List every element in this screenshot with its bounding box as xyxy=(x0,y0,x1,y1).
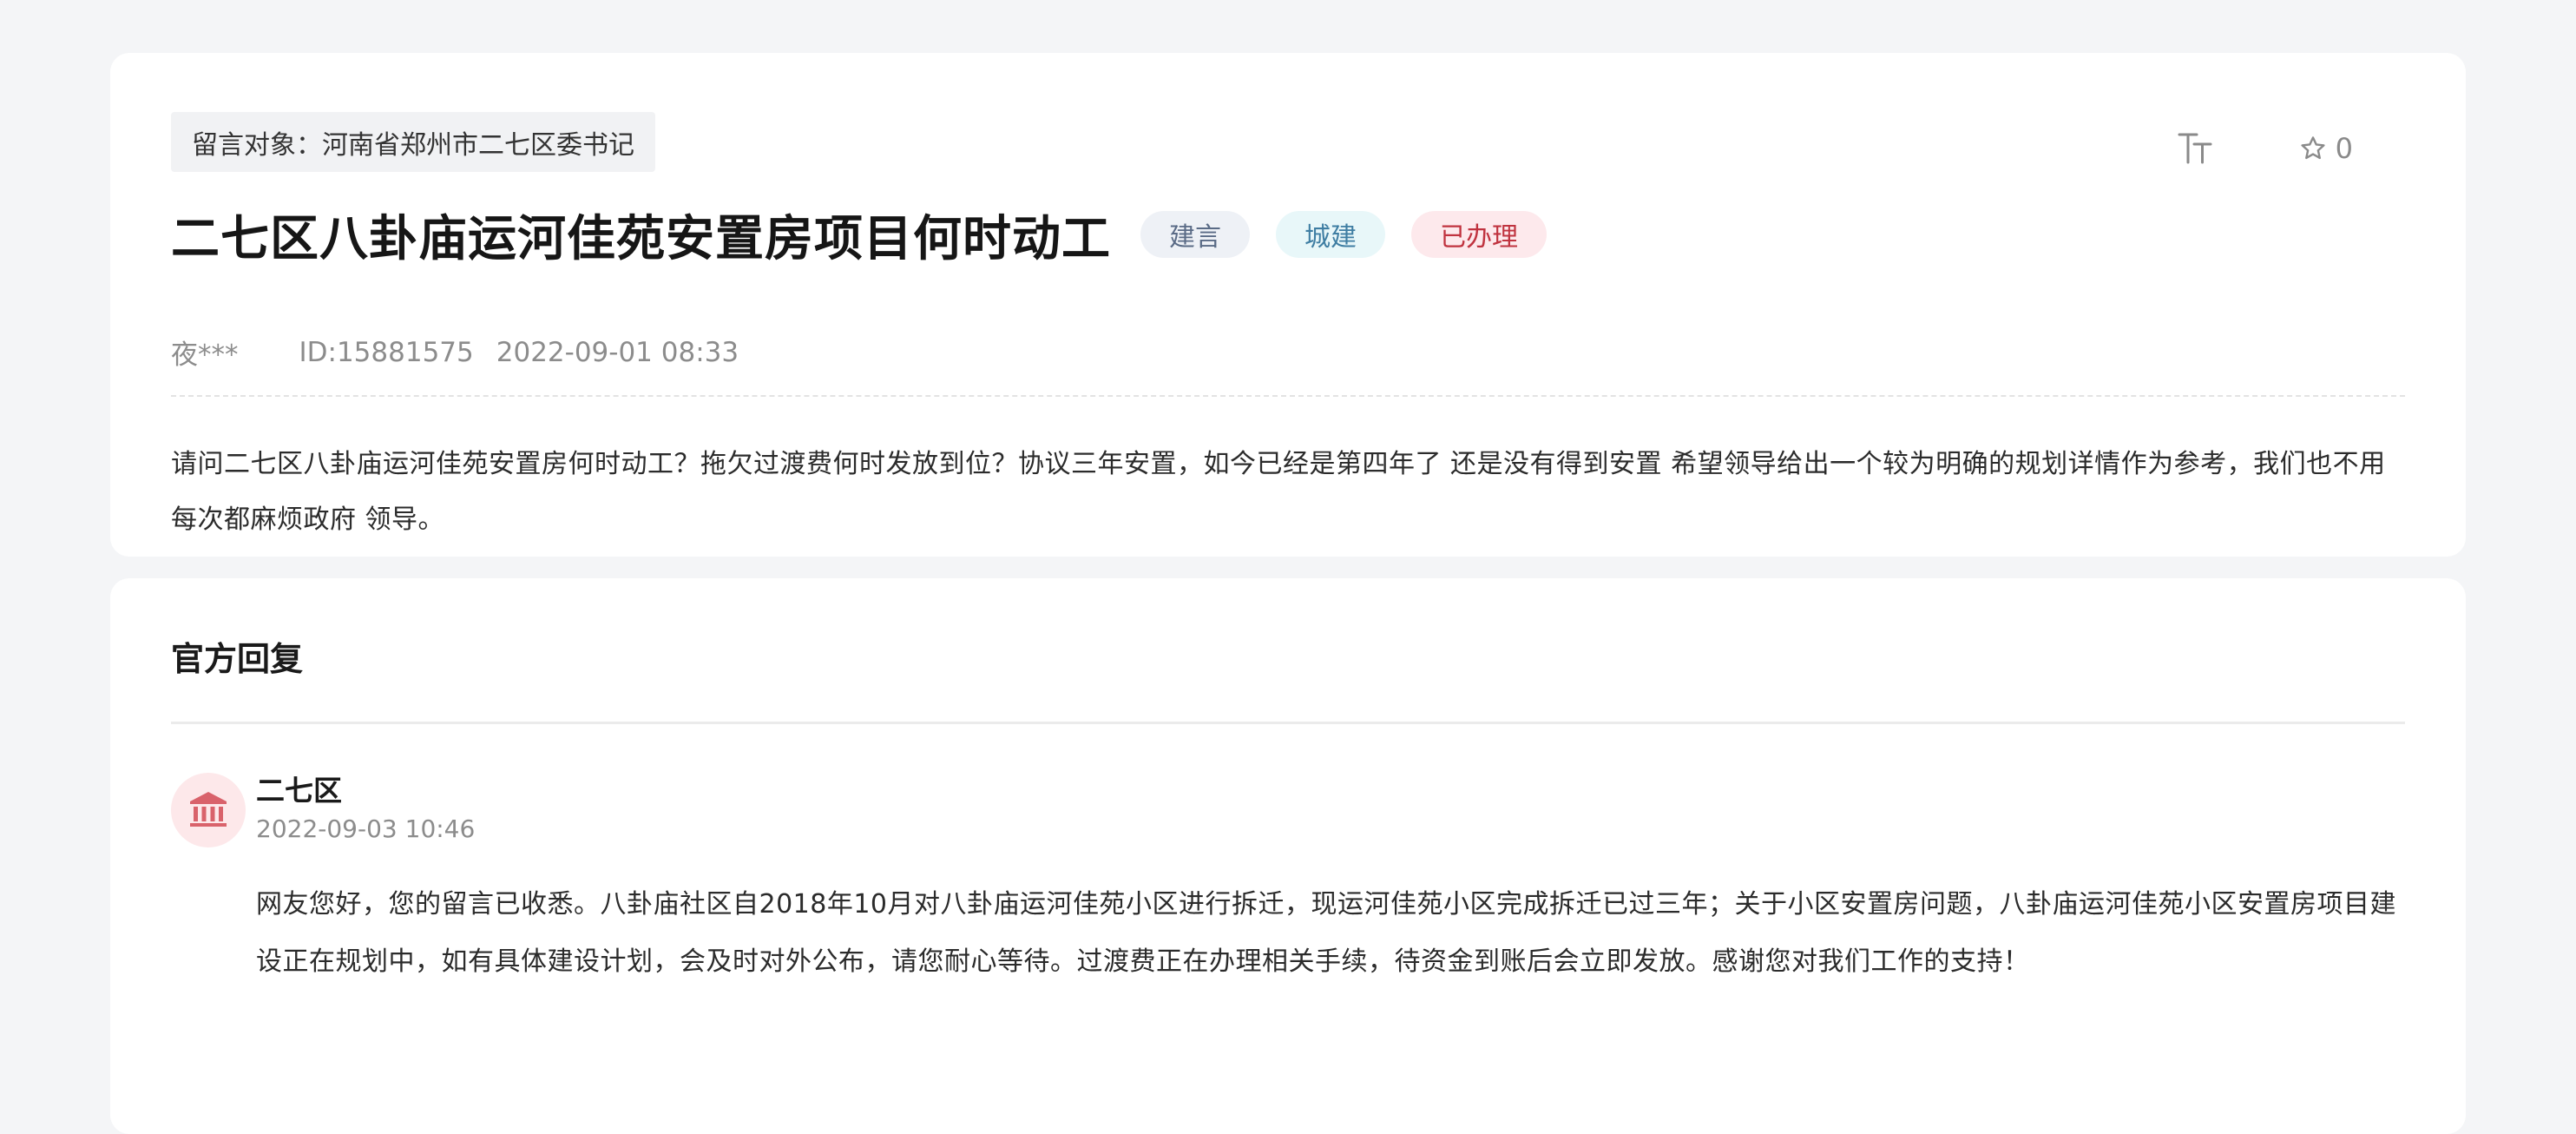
message-body: 请问二七区八卦庙运河佳苑安置房何时动工？拖欠过渡费何时发放到位？协议三年安置，如… xyxy=(171,449,2386,535)
official-reply-card: 官方回复 二七区 2022-09-03 10:46 网友您好，您的留言已收悉。八… xyxy=(110,578,2466,1134)
tag-status: 已办理 xyxy=(1411,211,1547,258)
message-toolbar: 0 xyxy=(2169,122,2353,175)
reply-section-title: 官方回复 xyxy=(171,640,304,678)
star-outline-icon xyxy=(2301,136,2325,160)
tag-domain: 城建 xyxy=(1276,211,1385,258)
message-datetime: 2022-09-01 08:33 xyxy=(496,336,739,368)
responder-name: 二七区 xyxy=(256,774,342,808)
message-title: 二七区八卦庙运河佳苑安置房项目何时动工 xyxy=(171,210,1111,267)
title-row: 二七区八卦庙运河佳苑安置房项目何时动工 建言 城建 已办理 xyxy=(171,191,1573,278)
favorite-button[interactable]: 0 xyxy=(2299,132,2353,165)
reply-datetime: 2022-09-03 10:46 xyxy=(256,814,476,843)
message-id: ID:15881575 xyxy=(299,336,474,368)
message-card: 留言对象：河南省郑州市二七区委书记 0 二七区八卦庙运河佳苑安置房项目何时动工 … xyxy=(110,53,2466,557)
divider xyxy=(171,722,2405,724)
reply-body: 网友您好，您的留言已收悉。八卦庙社区自2018年10月对八卦庙运河佳苑小区进行拆… xyxy=(256,889,2397,977)
tag-category: 建言 xyxy=(1140,211,1250,258)
favorite-count: 0 xyxy=(2335,132,2353,165)
message-target-label: 留言对象：河南省郑州市二七区委书记 xyxy=(171,112,655,172)
divider xyxy=(171,395,2405,397)
avatar xyxy=(171,773,246,847)
author-name: 夜*** xyxy=(171,340,239,371)
text-size-icon[interactable] xyxy=(2169,122,2221,175)
government-building-icon xyxy=(190,792,227,827)
message-meta: 夜*** ID:15881575 2022-09-01 08:33 xyxy=(171,333,739,372)
